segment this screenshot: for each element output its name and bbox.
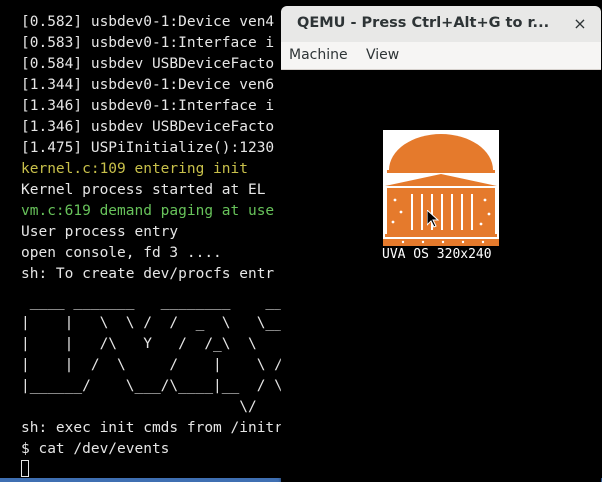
menu-view[interactable]: View — [366, 47, 399, 63]
mouse-pointer-icon — [427, 210, 439, 228]
close-icon[interactable]: × — [569, 13, 591, 35]
window-title: QEMU - Press Ctrl+Alt+G to r... — [297, 15, 550, 31]
boot-log-line: [0.582] usbdev0-1:Device ven4 — [21, 14, 275, 30]
boot-log-line: [1.344] usbdev0-1:Device ven6 — [21, 77, 275, 93]
boot-log-line: [0.583] usbdev0-1:Interface i — [21, 35, 275, 51]
boot-log-line: open console, fd 3 .... — [21, 245, 222, 261]
boot-log-line: sh: To create dev/procfs entr — [21, 266, 275, 282]
boot-log-line: User process entry — [21, 224, 179, 240]
qemu-window: QEMU - Press Ctrl+Alt+G to r... × Machin… — [281, 6, 601, 482]
logo-caption: UVA OS 320x240 — [382, 247, 492, 262]
kernel-log-line: kernel.c:109 entering init — [21, 161, 248, 177]
boot-log-line: [0.584] usbdev USBDeviceFacto — [21, 56, 275, 72]
boot-log-line: [1.475] USPiInitialize():1230 — [21, 140, 275, 156]
menu-bar: Machine View — [281, 42, 601, 70]
vm-log-line: vm.c:619 demand paging at use — [21, 203, 275, 219]
boot-log-line: Kernel process started at EL — [21, 182, 266, 198]
uva-rotunda-logo — [383, 130, 499, 246]
boot-log-line: [1.346] usbdev USBDeviceFacto — [21, 119, 275, 135]
qemu-titlebar[interactable]: QEMU - Press Ctrl+Alt+G to r... × — [281, 6, 601, 42]
shell-prompt-line[interactable]: $ cat /dev/events — [21, 439, 169, 460]
boot-log-line: [1.346] usbdev0-1:Interface i — [21, 98, 275, 114]
menu-machine[interactable]: Machine — [289, 47, 348, 63]
qemu-display[interactable]: UVA OS 320x240 — [281, 70, 601, 482]
text-cursor — [21, 460, 29, 477]
